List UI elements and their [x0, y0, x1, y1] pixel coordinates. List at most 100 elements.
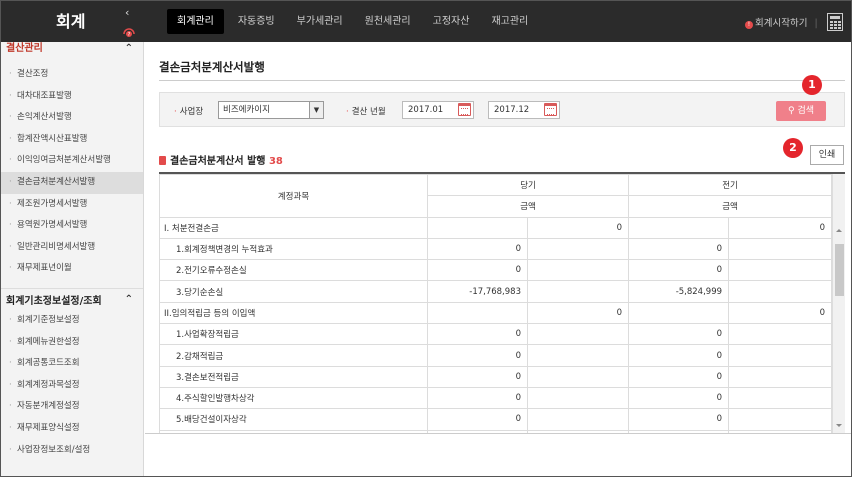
sidebar-item[interactable]: 회계계정과목설정	[1, 375, 143, 397]
prior-total-cell	[728, 365, 833, 388]
bizplace-select[interactable]: 비즈에카이지 ▼	[218, 101, 324, 119]
prior-amount-cell: 0	[628, 237, 730, 261]
statement-table: 계정과목 당기 전기 금액 금액 I. 처분전결손금 0 0 1.회계정책변경의 누적…	[159, 172, 845, 433]
current-total-cell	[526, 259, 630, 282]
table-row[interactable]: 3.당기순손실 -17,768,983 -5,824,999	[159, 280, 833, 303]
chevron-up-icon[interactable]: ⌃	[125, 42, 133, 56]
prior-amount-cell: 0	[628, 344, 730, 367]
nav-inventory[interactable]: 재고관리	[483, 9, 536, 34]
sidebar-item-active[interactable]: 결손금처분계산서발행	[1, 171, 143, 194]
sidebar-item[interactable]: 대차대조표발행	[1, 86, 143, 108]
current-amount-cell	[427, 301, 528, 325]
sidebar-section-closing[interactable]: 결산관리 ⌃	[1, 42, 143, 56]
top-bar: 회계 ‹ ? 회계관리 자동증빙 부가세관리 원천세관리 고정자산 재고관리 !…	[1, 1, 851, 42]
sidebar-item[interactable]: 이익잉여금처분계산서발행	[1, 150, 143, 172]
page-title: 결손금처분계산서발행	[159, 60, 265, 74]
scroll-down-icon[interactable]	[836, 424, 842, 430]
sidebar-item[interactable]: 합계잔액시산표발행	[1, 129, 143, 151]
current-total-cell	[526, 386, 630, 410]
sidebar-item[interactable]: 회계공통코드조회	[1, 353, 143, 375]
calendar-icon[interactable]	[458, 103, 471, 116]
main-content: 결손금처분계산서발행 · 사업장 비즈에카이지 ▼ · 결산 년월 2017.01 …	[145, 42, 851, 476]
print-button[interactable]: 인쇄	[810, 145, 844, 165]
bizplace-value: 비즈에카이지	[223, 105, 270, 115]
current-total-cell	[526, 323, 630, 346]
sidebar-item[interactable]: 재무제표년이월	[1, 258, 143, 280]
account-cell: I. 처분전결손금	[159, 216, 428, 239]
sidebar-item[interactable]: 회계메뉴권한설정	[1, 332, 143, 354]
sidebar-item[interactable]: 용역원가명세서발행	[1, 215, 143, 237]
sidebar-item[interactable]: 사업장정보조회/설정	[1, 440, 143, 462]
info-icon: !	[745, 21, 753, 29]
prior-total-cell	[728, 259, 833, 282]
sidebar-item[interactable]: 재무제표양식설정	[1, 418, 143, 440]
sidebar-item[interactable]: 제조원가명세서발행	[1, 194, 143, 216]
scroll-thumb[interactable]	[835, 244, 844, 296]
bullet-icon	[159, 156, 166, 165]
scroll-up-icon[interactable]	[836, 226, 842, 232]
current-amount-cell: -17,768,983	[427, 280, 528, 303]
nav-vat[interactable]: 부가세관리	[289, 9, 351, 34]
account-cell: II.임의적립금 등의 이입액	[159, 301, 428, 325]
sidebar-item[interactable]: 일반관리비명세서발행	[1, 237, 143, 259]
sidebar-section-label: 회계기초정보설정/조회	[6, 295, 102, 307]
prior-amount-cell: 0	[628, 323, 730, 346]
current-amount-cell: 0	[427, 344, 528, 367]
sidebar: 결산관리 ⌃ 결산조정 대차대조표발행 손익계산서발행 합계잔액시산표발행 이익…	[1, 42, 144, 476]
prior-amount-cell	[628, 216, 730, 239]
calculator-icon[interactable]	[827, 13, 843, 31]
chevron-up-icon[interactable]: ⌃	[125, 289, 133, 311]
chevron-down-icon[interactable]: ▼	[309, 102, 323, 118]
bizplace-label: · 사업장	[174, 107, 204, 117]
sidebar-item[interactable]: 손익계산서발행	[1, 107, 143, 129]
search-button[interactable]: ⚲ 검색	[776, 101, 826, 121]
sidebar-item[interactable]: 결산조정	[1, 64, 143, 86]
account-cell: 4.주식할인발행차상각	[159, 386, 428, 410]
account-cell: 3.당기순손실	[159, 280, 428, 303]
prior-amount-cell: 0	[628, 259, 730, 282]
table-row[interactable]: 5.배당건설이자상각 0 0	[159, 408, 833, 431]
period-to-input[interactable]: 2017.12	[488, 101, 560, 119]
sidebar-item[interactable]: 자동분개계정설정	[1, 396, 143, 418]
collapse-sidebar-icon[interactable]: ‹	[125, 6, 129, 19]
prior-total-cell	[728, 323, 833, 346]
nav-withholding[interactable]: 원천세관리	[357, 9, 419, 34]
period-from-input[interactable]: 2017.01	[402, 101, 474, 119]
search-button-label: 검색	[797, 106, 815, 116]
current-total-cell: 0	[526, 216, 630, 239]
current-amount-cell: 0	[427, 408, 528, 431]
table-row[interactable]: 4.주식할인발행차상각 0 0	[159, 386, 833, 410]
current-amount-cell: 0	[427, 323, 528, 346]
nav-accounting[interactable]: 회계관리	[167, 9, 224, 34]
sidebar-section-basic-info[interactable]: 회계기초정보설정/조회 ⌃	[1, 287, 143, 311]
sidebar-section-label: 결산관리	[6, 43, 43, 54]
column-header-amount: 금액	[426, 195, 630, 218]
account-cell: 5.배당건설이자상각	[159, 408, 428, 431]
current-amount-cell: 0	[427, 259, 528, 282]
calendar-icon[interactable]	[544, 103, 557, 116]
nav-fixed-assets[interactable]: 고정자산	[425, 9, 478, 34]
table-row[interactable]: 1.사업확장적립금 0 0	[159, 323, 833, 346]
table-row[interactable]: 3.결손보전적립금 0 0	[159, 365, 833, 388]
prior-amount-cell	[628, 301, 730, 325]
period-from-value: 2017.01	[408, 105, 444, 115]
main-nav: 회계관리 자동증빙 부가세관리 원천세관리 고정자산 재고관리	[167, 9, 542, 34]
table-row[interactable]: I. 처분전결손금 0 0	[159, 216, 833, 239]
account-cell: 1.회계정책변경의 누적효과	[159, 237, 428, 261]
nav-auto-evidence[interactable]: 자동증빙	[230, 9, 283, 34]
prior-total-cell: 0	[728, 216, 833, 239]
prior-total-cell	[728, 280, 833, 303]
callout-badge-1: 1	[802, 75, 822, 95]
callout-badge-2: 2	[783, 138, 803, 158]
sidebar-item[interactable]: 회계기준정보설정	[1, 310, 143, 332]
table-row[interactable]: 2.감채적립금 0 0	[159, 344, 833, 367]
prior-total-cell: 0	[728, 301, 833, 325]
table-row[interactable]: 2.전기오류수정손실 0 0	[159, 259, 833, 282]
table-row[interactable]: 1.회계정책변경의 누적효과 0 0	[159, 237, 833, 261]
table-row[interactable]: II.임의적립금 등의 이입액 0 0	[159, 301, 833, 325]
period-to-value: 2017.12	[494, 105, 530, 115]
prior-amount-cell: 0	[628, 408, 730, 431]
start-accounting-link[interactable]: ! 회계시작하기 |	[745, 15, 818, 29]
headset-help-icon[interactable]: ?	[122, 26, 136, 38]
vertical-scrollbar[interactable]	[832, 174, 845, 433]
